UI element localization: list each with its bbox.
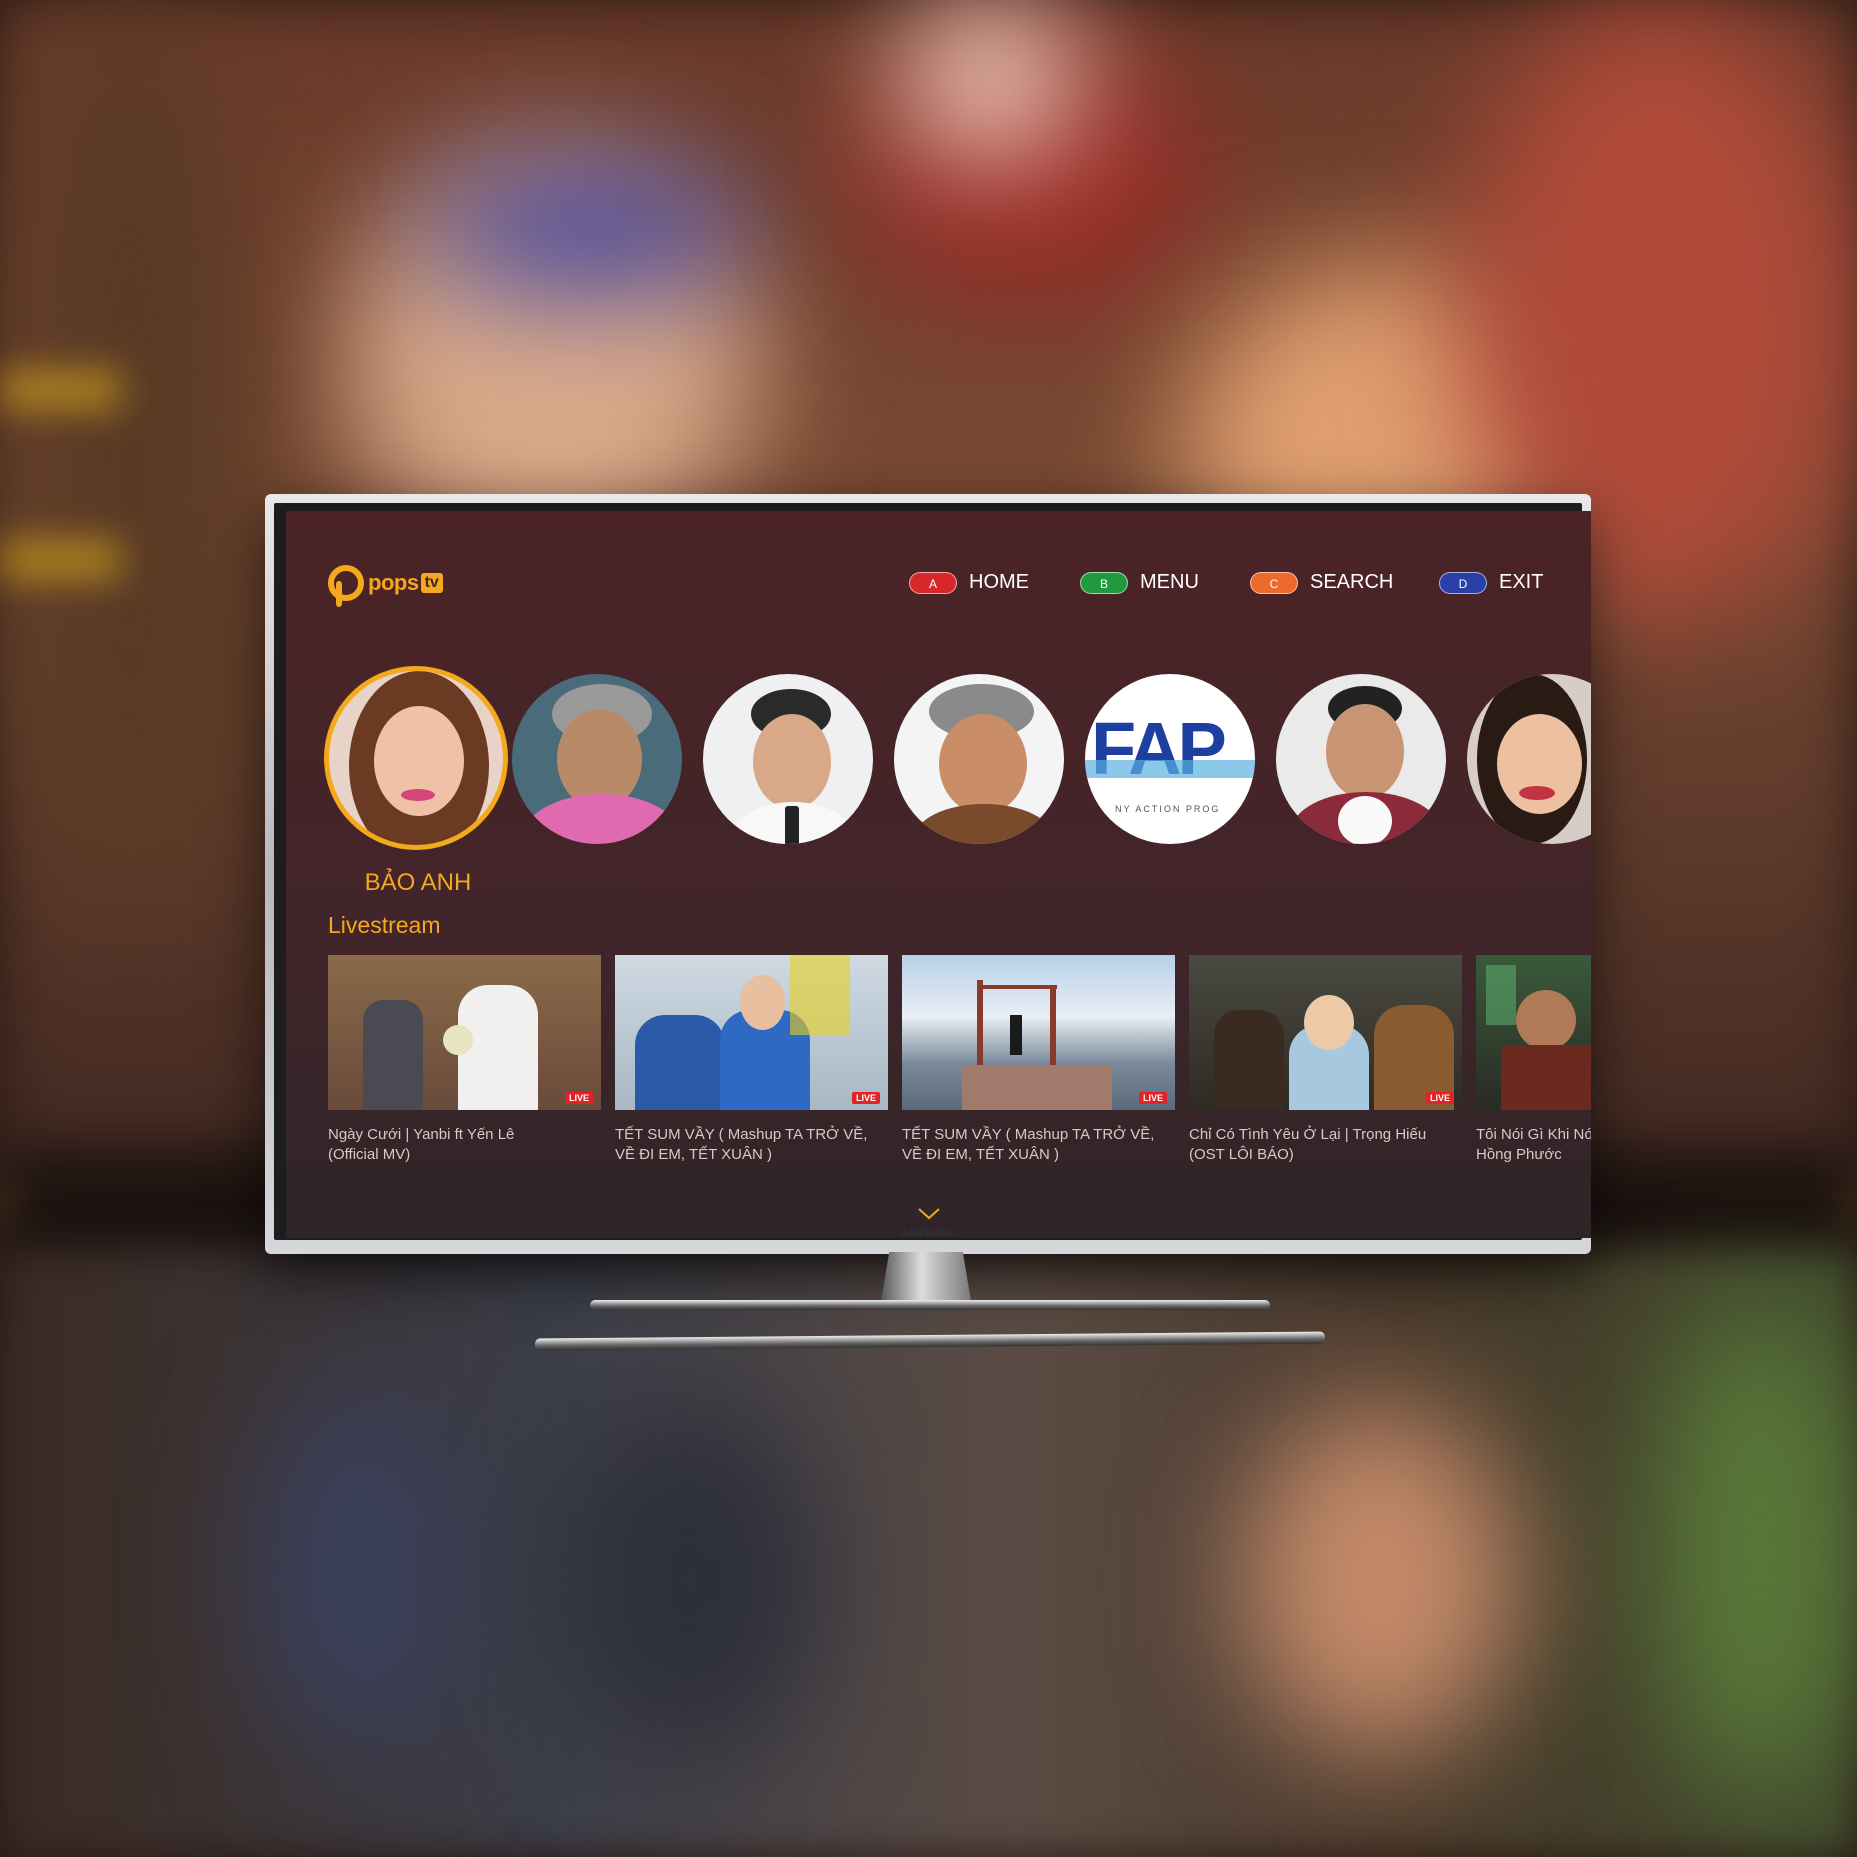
video-thumb-4[interactable]: LIVE: [1189, 955, 1462, 1110]
nav-search[interactable]: C SEARCH: [1250, 571, 1393, 594]
artist-avatar-6[interactable]: [1276, 674, 1446, 844]
nav-home[interactable]: A HOME: [909, 571, 1029, 594]
tv-bezel: pops tv A HOME B MENU C SEARCH D EXIT FA…: [265, 494, 1591, 1254]
key-c-icon: C: [1250, 571, 1298, 594]
tv-stand-neck: [880, 1252, 972, 1307]
nav-menu[interactable]: B MENU: [1080, 571, 1199, 594]
tv-screen: pops tv A HOME B MENU C SEARCH D EXIT FA…: [286, 511, 1591, 1238]
live-badge: LIVE: [851, 1092, 880, 1104]
video-title-3[interactable]: TẾT SUM VẦY ( Mashup TA TRỞ VỀ, VỀ ĐI EM…: [902, 1125, 1177, 1165]
live-badge: LIVE: [1138, 1092, 1167, 1104]
artist-avatar-2[interactable]: [512, 674, 682, 844]
livestream-section-title: Livestream: [328, 912, 441, 938]
tv-stand-bar: [590, 1300, 1270, 1310]
video-title-2[interactable]: TẾT SUM VẦY ( Mashup TA TRỞ VỀ, VỀ ĐI EM…: [615, 1125, 890, 1165]
key-a-icon: A: [909, 571, 957, 594]
selected-artist-name: BẢO ANH: [364, 869, 472, 896]
tv-brand-label: SAMSUNG: [901, 1228, 955, 1238]
artist-avatar-7[interactable]: [1467, 674, 1591, 844]
artist-avatar-bao-anh[interactable]: [324, 666, 508, 850]
artist-avatar-fap[interactable]: FAP NY ACTION PROG: [1085, 674, 1255, 844]
live-badge: LIVE: [1425, 1092, 1454, 1104]
chevron-down-icon[interactable]: [916, 1201, 942, 1227]
logo-p-icon: [328, 565, 364, 607]
video-title-1[interactable]: Ngày Cưới | Yanbi ft Yến Lê (Official MV…: [328, 1125, 603, 1165]
video-thumb-3[interactable]: LIVE: [902, 955, 1175, 1110]
key-d-icon: D: [1439, 571, 1487, 594]
video-title-4[interactable]: Chỉ Có Tình Yêu Ở Lại | Trọng Hiếu (OST …: [1189, 1125, 1464, 1165]
video-thumb-5[interactable]: [1476, 955, 1591, 1110]
key-b-icon: B: [1080, 571, 1128, 594]
live-badge: LIVE: [564, 1092, 593, 1104]
video-thumb-1[interactable]: LIVE: [328, 955, 601, 1110]
popstv-logo: pops tv: [328, 557, 443, 609]
video-title-5[interactable]: Tôi Nói Gì Khi Nó Hồng Phước: [1476, 1125, 1591, 1165]
video-thumb-2[interactable]: LIVE: [615, 955, 888, 1110]
artist-avatar-4[interactable]: [894, 674, 1064, 844]
nav-exit[interactable]: D EXIT: [1439, 571, 1543, 594]
artist-avatar-3[interactable]: [703, 674, 873, 844]
